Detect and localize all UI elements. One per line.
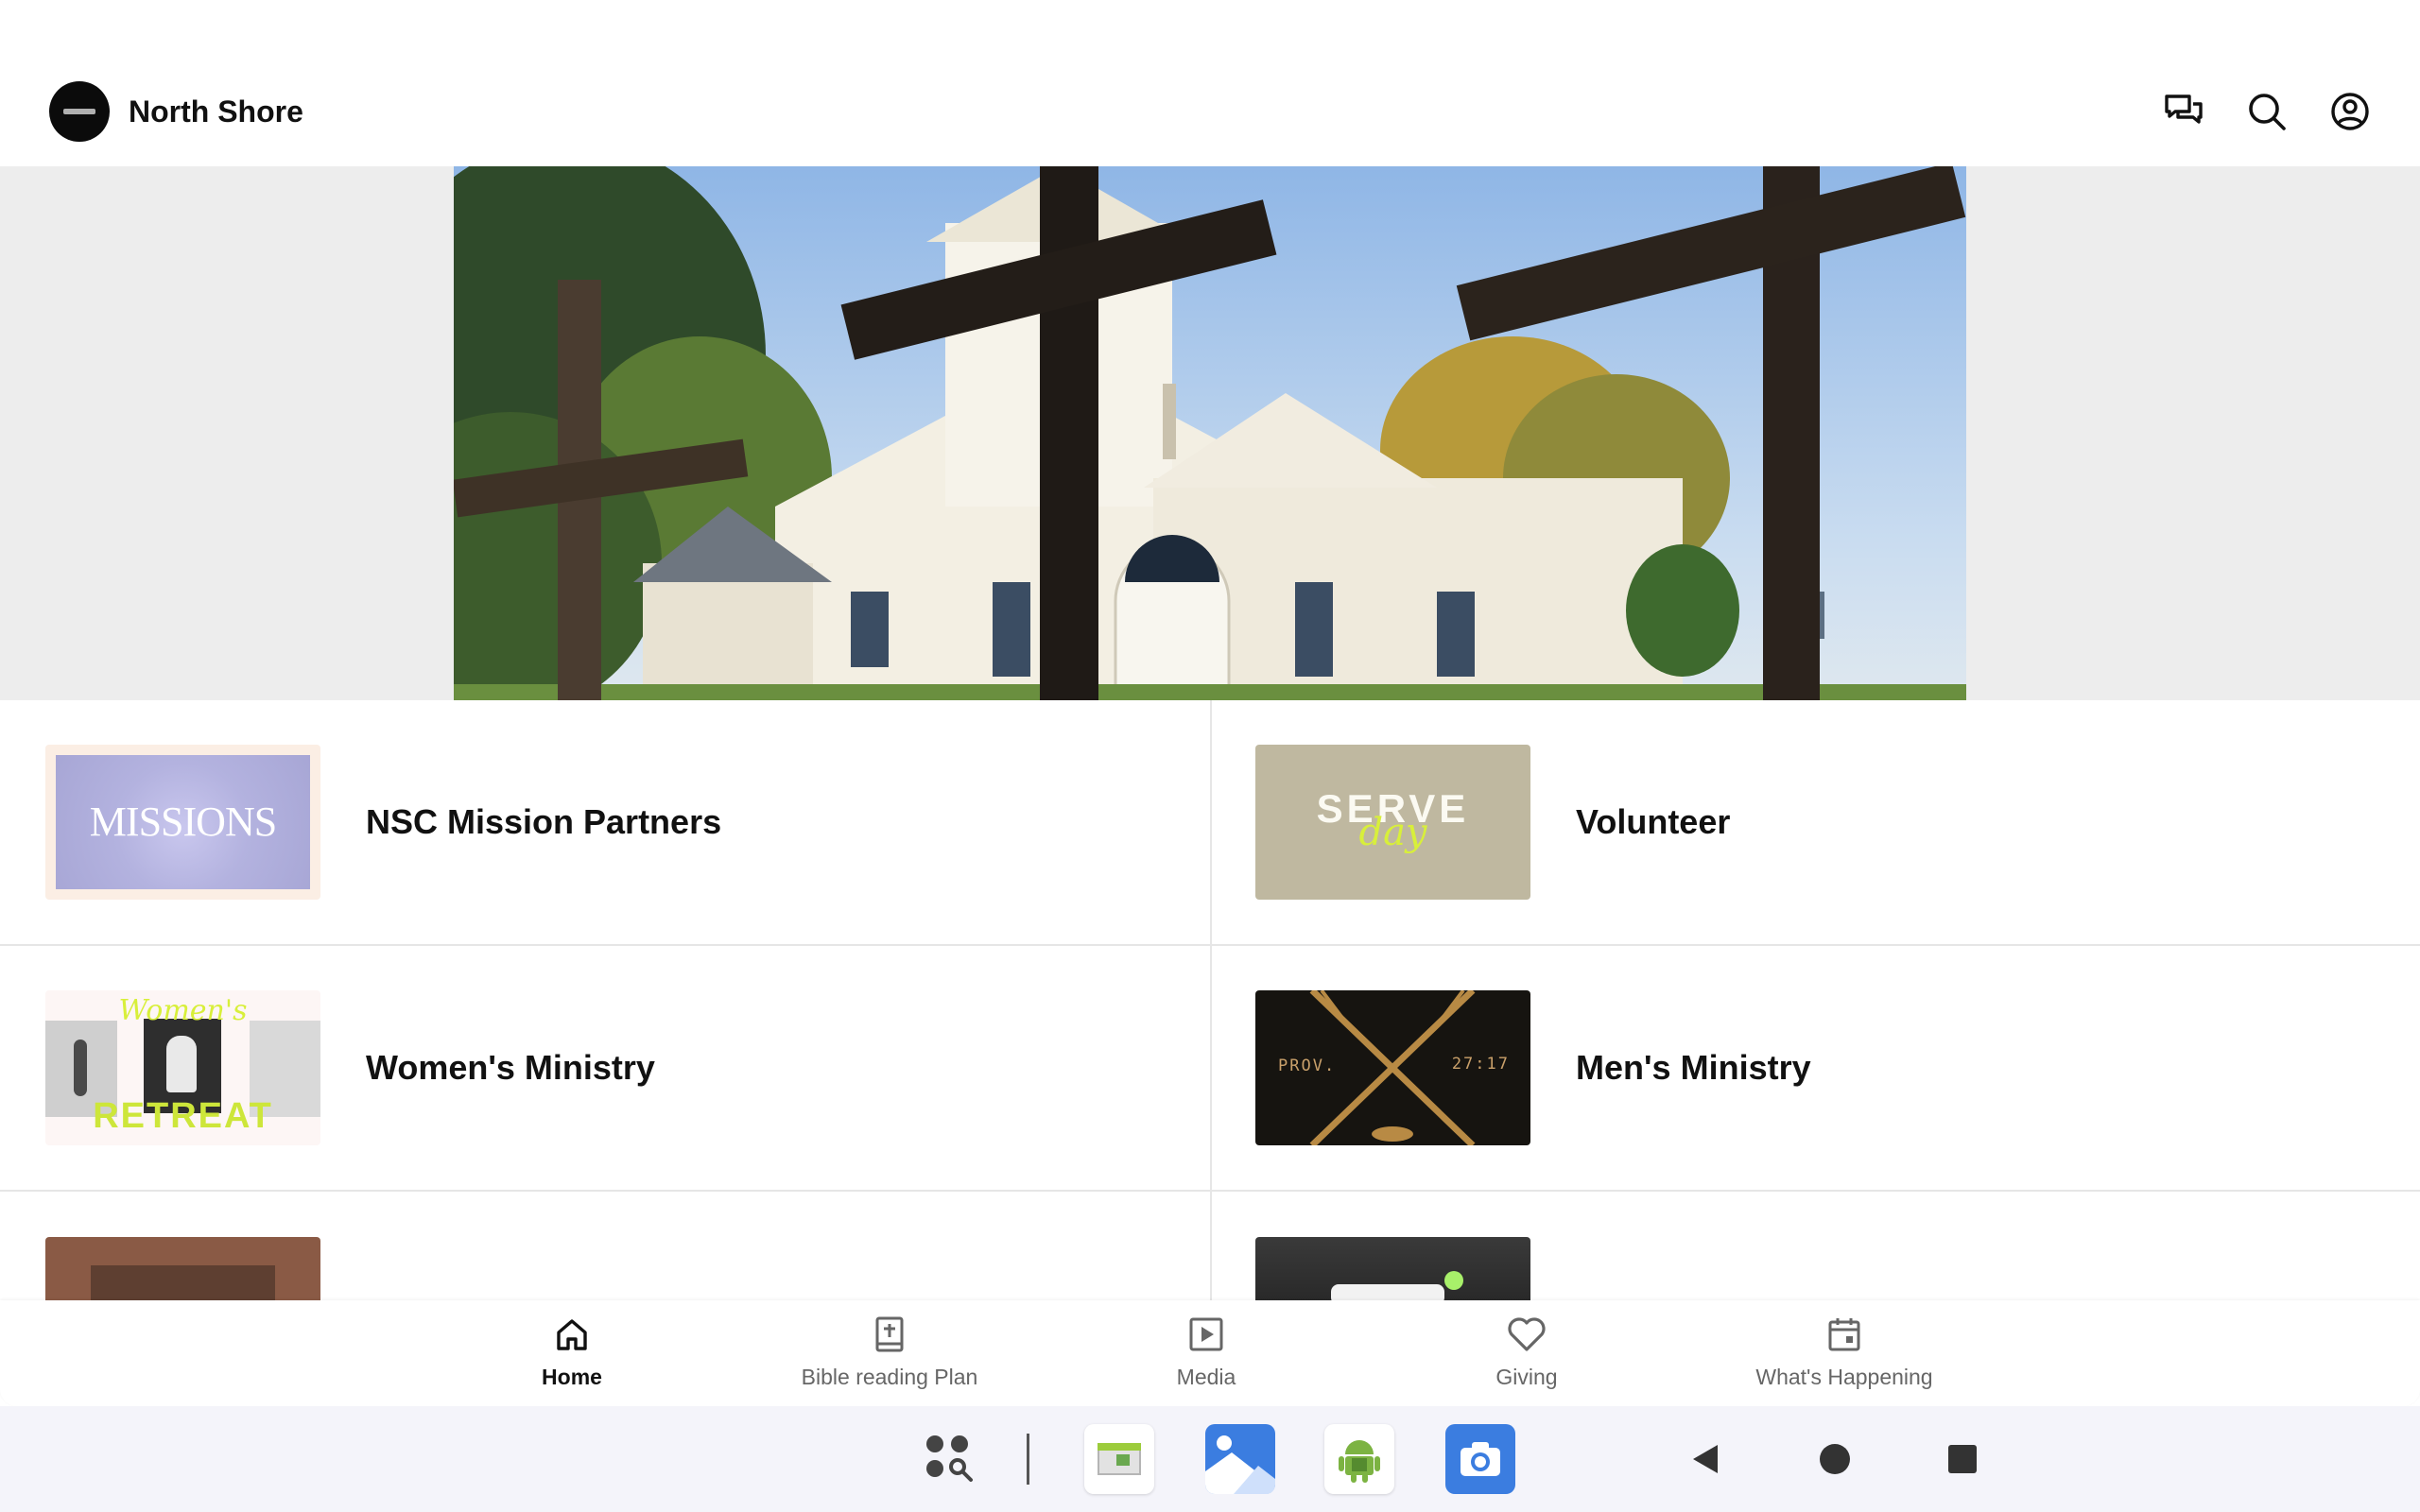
list-item-womens-ministry[interactable]: Women's RETREAT Women's Ministry — [0, 946, 1210, 1190]
list-item-label: Volunteer — [1576, 802, 1731, 841]
camera-app-icon[interactable] — [1444, 1423, 1516, 1495]
tab-bible-reading-plan[interactable]: Bible reading Plan — [748, 1314, 1031, 1390]
list-item-label: Women's Ministry — [366, 1048, 655, 1087]
mens-thumb-text-right: 27:17 — [1451, 1055, 1510, 1074]
calendar-icon — [1824, 1314, 1865, 1355]
status-bar — [0, 0, 2420, 57]
serve-day-thumbnail: SERVE day — [1255, 745, 1530, 900]
app-drawer-icon[interactable] — [917, 1423, 983, 1495]
list-item-mens-ministry[interactable]: PROV. 27:17 Men's Ministry — [1210, 946, 2420, 1190]
app-header: North Shore — [0, 57, 2420, 166]
partial-thumbnail — [45, 1237, 320, 1300]
list-item-label: NSC Mission Partners — [366, 802, 722, 841]
mens-thumb-text-left: PROV. — [1278, 1057, 1337, 1075]
womens-thumb-script: Women's — [118, 994, 248, 1027]
youth-thumbnail — [1255, 1237, 1530, 1300]
bottom-navigation: Home Bible reading Plan Media Giving Wha… — [0, 1300, 2420, 1406]
mens-ministry-thumbnail: PROV. 27:17 — [1255, 990, 1530, 1145]
tab-label: What's Happening — [1755, 1365, 1933, 1389]
grid-row: MISSIONS NSC Mission Partners SERVE day … — [0, 700, 2420, 946]
tab-label: Home — [542, 1365, 602, 1389]
retreat-thumb-text: RETREAT — [93, 1096, 273, 1136]
hero-banner — [0, 166, 2420, 700]
gallery-app-icon[interactable] — [1204, 1423, 1276, 1495]
tab-giving[interactable]: Giving — [1385, 1314, 1668, 1390]
tab-home[interactable]: Home — [430, 1314, 714, 1390]
grid-row: Women's RETREAT Women's Ministry PROV. 2… — [0, 946, 2420, 1192]
hero-image[interactable] — [454, 166, 1966, 700]
android-app-icon[interactable] — [1323, 1423, 1395, 1495]
search-icon[interactable] — [2246, 91, 2288, 132]
list-item-label: Men's Ministry — [1576, 1048, 1811, 1087]
app-title: North Shore — [129, 94, 303, 129]
missions-thumbnail: MISSIONS — [45, 745, 320, 900]
list-item-partial-right[interactable] — [1210, 1192, 2420, 1300]
tab-label: Media — [1176, 1365, 1236, 1389]
tab-label: Bible reading Plan — [801, 1365, 978, 1389]
heart-icon — [1506, 1314, 1547, 1355]
system-navigation-bar — [0, 1406, 2420, 1512]
tab-whats-happening[interactable]: What's Happening — [1703, 1314, 1986, 1390]
missions-thumb-text: MISSIONS — [89, 799, 277, 845]
header-actions — [2163, 91, 2371, 132]
home-circle-icon[interactable] — [1816, 1423, 1854, 1495]
account-icon[interactable] — [2329, 91, 2371, 132]
list-item-mission-partners[interactable]: MISSIONS NSC Mission Partners — [0, 700, 1210, 944]
home-icon — [551, 1314, 593, 1355]
play-icon — [1185, 1314, 1227, 1355]
back-icon[interactable] — [1687, 1423, 1725, 1495]
ministry-grid: MISSIONS NSC Mission Partners SERVE day … — [0, 700, 2420, 1300]
church-logo[interactable] — [49, 81, 110, 142]
list-item-volunteer[interactable]: SERVE day Volunteer — [1210, 700, 2420, 944]
tab-media[interactable]: Media — [1064, 1314, 1348, 1390]
recents-icon[interactable] — [1944, 1423, 1981, 1495]
tab-label: Giving — [1495, 1365, 1558, 1389]
taskbar-divider — [1023, 1423, 1032, 1495]
bible-icon — [869, 1314, 910, 1355]
spreadsheet-app-icon[interactable] — [1083, 1423, 1155, 1495]
womens-retreat-thumbnail: Women's RETREAT — [45, 990, 320, 1145]
chat-icon[interactable] — [2163, 91, 2204, 132]
grid-row — [0, 1192, 2420, 1300]
list-item-partial-left[interactable] — [0, 1192, 1210, 1300]
serve-thumb-script: day — [1358, 811, 1427, 854]
